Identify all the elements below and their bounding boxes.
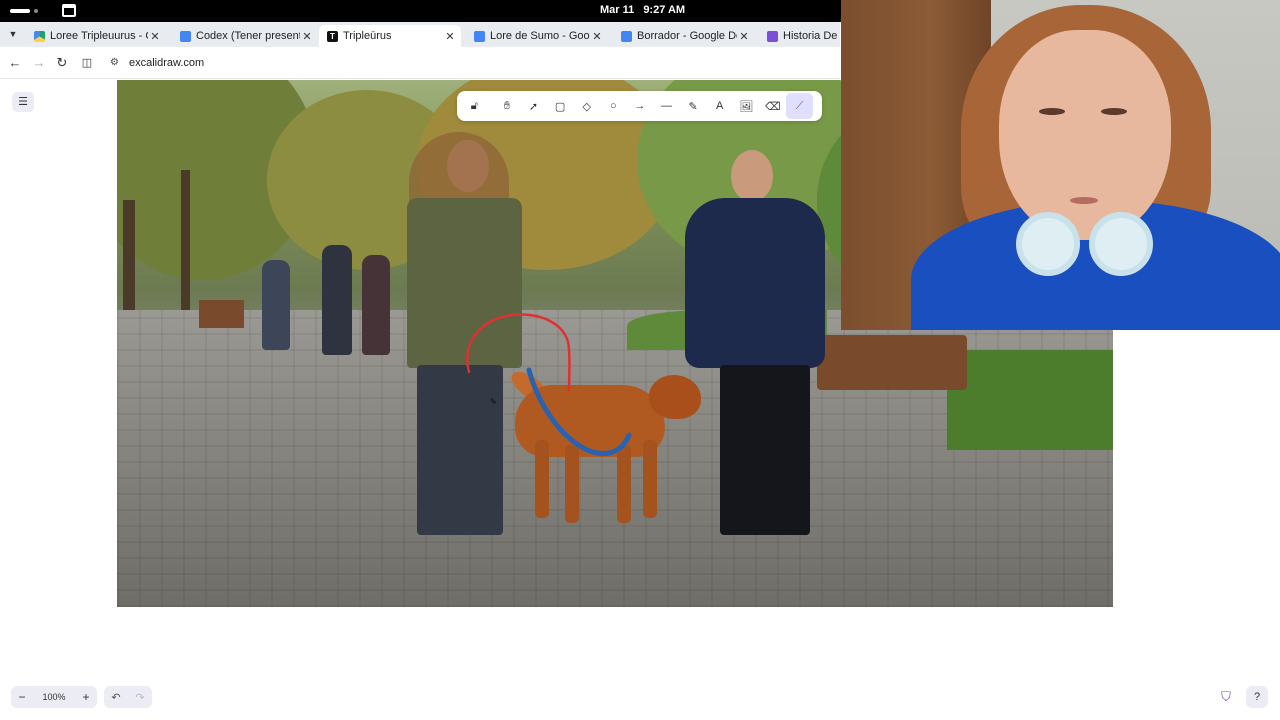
line-icon: —: [660, 100, 672, 112]
presenter-face: [999, 30, 1171, 240]
dog-leg: [617, 445, 631, 523]
url-field[interactable]: excalidraw.com: [129, 57, 204, 69]
tab-label: Historia De Lo: [783, 30, 840, 42]
diamond-icon: ◇: [582, 100, 591, 113]
bench: [199, 300, 244, 328]
back-arrow-icon[interactable]: ←: [7, 55, 23, 71]
tool-draw-button[interactable]: ✎: [680, 93, 707, 119]
pedestrian: [262, 260, 290, 350]
tool-diamond-button[interactable]: ◇: [573, 93, 600, 119]
google-docs-icon: [621, 30, 632, 42]
site-info-icon[interactable]: ⚙: [110, 57, 122, 69]
tab-tripleurus[interactable]: T Tripleūrus ✕: [319, 25, 461, 47]
pencil-icon: ✎: [688, 100, 698, 113]
zoom-out-button[interactable]: −: [11, 690, 33, 704]
tab-close-icon[interactable]: ✕: [300, 30, 314, 43]
excalidraw-toolbar: 🔓︎ ✋︎ ➚ ▢ ◇ ○ → — ✎ A 🖼︎ ⌫ ⟋: [457, 91, 822, 121]
presenter-eye: [1039, 108, 1065, 115]
headphone-left: [1016, 212, 1080, 276]
zoom-controls: − 100% +: [11, 686, 97, 708]
tool-ellipse-button[interactable]: ○: [600, 93, 627, 119]
browser-tab-strip: ▼ Loree Tripleuurus - Go ✕ Codex (Tener …: [0, 22, 840, 47]
tab-label: Tripleūrus: [343, 30, 392, 42]
tab-close-icon[interactable]: ✕: [590, 30, 604, 43]
ellipse-icon: ○: [609, 100, 617, 112]
eraser-icon: ⌫: [765, 100, 781, 113]
golden-retriever-head: [649, 375, 701, 419]
help-icon[interactable]: ?: [1246, 686, 1268, 708]
toolbar-separator: [488, 93, 494, 119]
tab-label: Codex (Tener presente: [196, 30, 300, 42]
tab-label: Lore de Sumo - Googl: [490, 30, 590, 42]
workspace-dot: [34, 9, 38, 13]
system-clock[interactable]: Mar 11 9:27 AM: [600, 4, 691, 16]
tool-text-button[interactable]: A: [706, 93, 733, 119]
grass-patch: [947, 350, 1113, 450]
tab-codex[interactable]: Codex (Tener presente ✕: [172, 25, 318, 47]
man-hoodie: [685, 198, 825, 368]
tab-search-dropdown-icon[interactable]: ▼: [6, 27, 20, 41]
tab-historia[interactable]: Historia De Lo: [759, 25, 840, 47]
laser-pointer-icon: ⟋: [795, 99, 804, 112]
activities-indicator[interactable]: [10, 9, 30, 13]
woman-jeans: [417, 365, 503, 535]
presenter-mouth: [1070, 197, 1098, 204]
tab-close-icon[interactable]: ✕: [148, 30, 162, 43]
tab-borrador[interactable]: Borrador - Google Doc ✕: [613, 25, 755, 47]
tab-close-icon[interactable]: ✕: [737, 30, 751, 43]
tab-label: Borrador - Google Doc: [637, 30, 737, 42]
tool-selection-button[interactable]: ➚: [520, 93, 547, 119]
google-docs-icon: [474, 30, 485, 42]
tool-image-button[interactable]: 🖼︎: [733, 93, 760, 119]
reload-icon[interactable]: ↻: [54, 55, 70, 71]
t-letter-icon: T: [327, 30, 338, 42]
zoom-level-button[interactable]: 100%: [33, 692, 75, 702]
text-icon: A: [715, 100, 724, 112]
tool-hand-button[interactable]: ✋︎: [494, 93, 521, 119]
image-icon: 🖼︎: [739, 100, 754, 113]
clock-time: 9:27 AM: [643, 4, 686, 16]
undo-icon[interactable]: ↶: [104, 691, 128, 704]
rectangle-icon: ▢: [554, 100, 566, 113]
wooden-bench: [817, 335, 967, 390]
dog-leg: [643, 440, 657, 518]
browser-navigation-bar: ← → ↻ ◫ ⚙ excalidraw.com: [0, 47, 840, 79]
forward-arrow-icon[interactable]: →: [31, 55, 47, 71]
presenter-eye: [1101, 108, 1127, 115]
window-icon[interactable]: [62, 4, 76, 17]
google-drive-icon: [34, 30, 45, 42]
hand-icon: ✋︎: [503, 99, 511, 112]
tool-line-button[interactable]: —: [653, 93, 680, 119]
man-head: [731, 150, 773, 202]
tool-lock-button[interactable]: 🔓︎: [461, 93, 488, 119]
webcam-overlay: [841, 0, 1280, 330]
dog-leg: [565, 445, 579, 523]
main-menu-button[interactable]: ☰: [12, 92, 34, 112]
tab-lore-de-sumo[interactable]: Lore de Sumo - Googl ✕: [466, 25, 608, 47]
tool-arrow-button[interactable]: →: [627, 93, 654, 119]
pedestrian: [322, 245, 352, 355]
pointer-icon: ➚: [528, 100, 539, 113]
game-icon: [767, 30, 778, 42]
sidebar-toggle-icon[interactable]: ◫: [79, 55, 95, 71]
tab-label: Loree Tripleuurus - Go: [50, 30, 148, 42]
tab-loree-tripleuurus[interactable]: Loree Tripleuurus - Go ✕: [26, 25, 166, 47]
tool-rectangle-button[interactable]: ▢: [547, 93, 574, 119]
redo-icon[interactable]: ↷: [128, 691, 152, 704]
shield-icon[interactable]: ⛉: [1219, 689, 1233, 705]
tool-eraser-button[interactable]: ⌫: [760, 93, 787, 119]
headphone-right: [1089, 212, 1153, 276]
tool-laser-button[interactable]: ⟋: [786, 93, 813, 119]
arrow-icon: →: [634, 100, 646, 112]
google-docs-icon: [180, 30, 191, 42]
dog-leg: [535, 440, 549, 518]
lock-icon: 🔓︎: [470, 99, 478, 112]
undo-redo-controls: ↶ ↷: [104, 686, 152, 708]
man-pants: [720, 365, 810, 535]
tab-close-icon[interactable]: ✕: [443, 30, 457, 43]
clock-date: Mar 11: [600, 4, 635, 16]
pedestrian: [362, 255, 390, 355]
woman-jacket: [407, 198, 522, 368]
zoom-in-button[interactable]: +: [75, 690, 97, 704]
